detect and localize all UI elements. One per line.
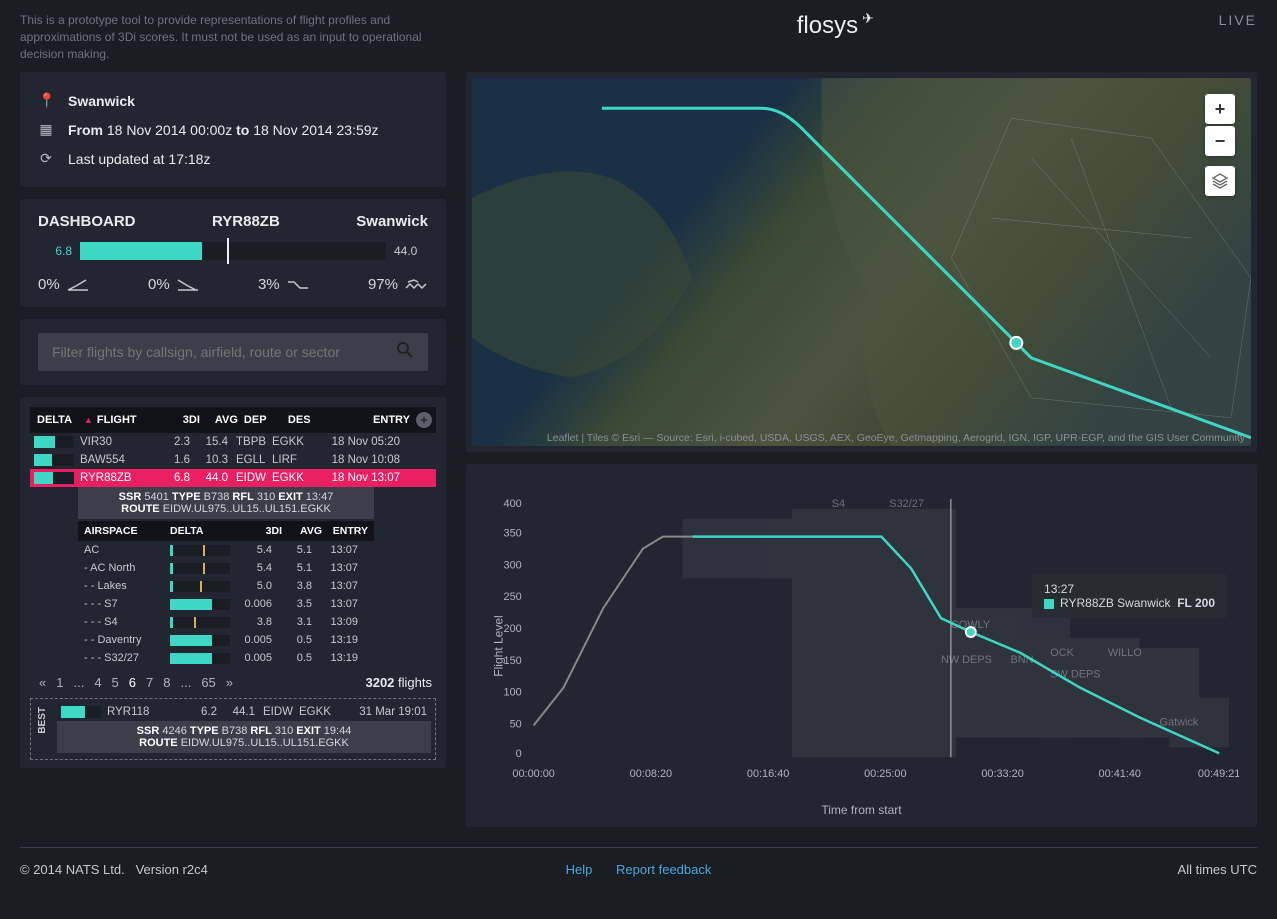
svg-text:00:16:40: 00:16:40 bbox=[747, 768, 789, 780]
map-attribution: Leaflet | Tiles © Esri — Source: Esri, i… bbox=[547, 432, 1245, 444]
dashboard-label[interactable]: DASHBOARD bbox=[38, 213, 136, 230]
airspace-row[interactable]: - - Daventry 0.0050.513:19 bbox=[78, 631, 374, 649]
page-link[interactable]: 5 bbox=[107, 675, 124, 690]
page-link[interactable]: 8 bbox=[158, 675, 175, 690]
svg-text:50: 50 bbox=[510, 719, 522, 731]
svg-text:00:08:20: 00:08:20 bbox=[630, 768, 672, 780]
search-card bbox=[20, 319, 446, 385]
map-panel[interactable]: + − Leaflet | Tiles © Esri — Source: Esr… bbox=[466, 72, 1257, 452]
chart-tooltip: 13:27 RYR88ZB Swanwick FL 200 bbox=[1032, 574, 1227, 618]
brand-logo: flosys✈ bbox=[797, 12, 872, 40]
airspace-row[interactable]: - - Lakes 5.03.813:07 bbox=[78, 577, 374, 595]
page-link[interactable]: ... bbox=[175, 675, 196, 690]
last-updated: Last updated at 17:18z bbox=[68, 151, 210, 167]
date-range: From 18 Nov 2014 00:00z to 18 Nov 2014 2… bbox=[68, 122, 379, 138]
svg-text:WILLO: WILLO bbox=[1108, 647, 1142, 659]
svg-text:S32/27: S32/27 bbox=[889, 498, 924, 510]
location-name: Swanwick bbox=[68, 93, 135, 109]
location-icon: 📍 bbox=[38, 92, 54, 109]
delta-bar: 6.8 44.0 bbox=[38, 236, 428, 270]
table-header: DELTA▲ FLIGHT 3DI AVG DEP DES ENTRY + bbox=[30, 407, 436, 433]
pagination: «1...45678...65» 3202 flights bbox=[30, 667, 436, 694]
sort-arrow-icon[interactable]: ▲ bbox=[84, 415, 93, 425]
flight-route-line bbox=[472, 78, 1251, 446]
page-link[interactable]: » bbox=[221, 675, 238, 690]
svg-text:150: 150 bbox=[504, 655, 522, 667]
svg-text:100: 100 bbox=[504, 687, 522, 699]
svg-text:OCK: OCK bbox=[1050, 647, 1074, 659]
table-row[interactable]: BAW5541.6 10.3EGLL LIRF18 Nov 10:08 bbox=[30, 451, 436, 469]
flight-detail: SSR 5401 TYPE B738 RFL 310 EXIT 13:47 RO… bbox=[78, 487, 374, 519]
svg-text:S4: S4 bbox=[832, 498, 845, 510]
svg-text:400: 400 bbox=[504, 498, 522, 510]
landing-icon bbox=[176, 278, 200, 292]
page-link[interactable]: 7 bbox=[141, 675, 158, 690]
copyright: © 2014 NATS Ltd. bbox=[20, 862, 125, 877]
calendar-icon: ▦ bbox=[38, 121, 54, 138]
feedback-link[interactable]: Report feedback bbox=[616, 862, 711, 877]
svg-text:250: 250 bbox=[504, 592, 522, 604]
airspace-row[interactable]: - - - S4 3.83.113:09 bbox=[78, 613, 374, 631]
descent-icon bbox=[286, 278, 310, 292]
best-flight-box: BEST RYR118 6.2 44.1 EIDW EGKK 31 Mar 19… bbox=[30, 698, 436, 760]
svg-text:300: 300 bbox=[504, 560, 522, 572]
version: Version r2c4 bbox=[136, 862, 208, 877]
series-swatch-icon bbox=[1044, 599, 1054, 609]
flights-table-card: DELTA▲ FLIGHT 3DI AVG DEP DES ENTRY + VI… bbox=[20, 397, 446, 768]
svg-text:0: 0 bbox=[516, 749, 522, 761]
page-link[interactable]: 65 bbox=[196, 675, 220, 690]
page-link[interactable]: 6 bbox=[124, 675, 141, 690]
help-link[interactable]: Help bbox=[566, 862, 593, 877]
page-link[interactable]: 4 bbox=[89, 675, 106, 690]
takeoff-icon bbox=[66, 278, 90, 292]
page-link[interactable]: ... bbox=[68, 675, 89, 690]
live-indicator: LIVE bbox=[1219, 12, 1257, 28]
page-link[interactable]: « bbox=[34, 675, 51, 690]
table-row[interactable]: VIR302.3 15.4TBPB EGKK18 Nov 05:20 bbox=[30, 433, 436, 451]
dashboard-callsign: RYR88ZB bbox=[212, 213, 280, 230]
refresh-icon[interactable]: ⟳ bbox=[38, 150, 54, 167]
zoom-out-button[interactable]: − bbox=[1205, 126, 1235, 156]
phase-percentages: 0% 0% 3% 97% bbox=[38, 270, 428, 293]
svg-text:00:41:40: 00:41:40 bbox=[1099, 768, 1141, 780]
airspace-row[interactable]: - - - S7 0.0063.513:07 bbox=[78, 595, 374, 613]
plane-icon: ✈ bbox=[862, 10, 874, 27]
disclaimer-text: This is a prototype tool to provide repr… bbox=[20, 12, 450, 62]
add-column-button[interactable]: + bbox=[416, 412, 432, 428]
svg-text:Gatwick: Gatwick bbox=[1160, 717, 1199, 729]
cruise-icon bbox=[404, 278, 428, 292]
svg-text:00:49:21: 00:49:21 bbox=[1198, 768, 1239, 780]
flight-profile-svg[interactable]: S4 S32/27 COWLY NW DEPS BNN OCK WILLO SW… bbox=[484, 478, 1239, 798]
svg-text:00:25:00: 00:25:00 bbox=[864, 768, 906, 780]
search-input[interactable] bbox=[38, 333, 382, 371]
footer: © 2014 NATS Ltd. Version r2c4 Help Repor… bbox=[20, 847, 1257, 891]
svg-text:00:00:00: 00:00:00 bbox=[512, 768, 554, 780]
svg-text:00:33:20: 00:33:20 bbox=[981, 768, 1023, 780]
airspace-row[interactable]: - AC North 5.45.113:07 bbox=[78, 559, 374, 577]
page-link[interactable]: 1 bbox=[51, 675, 68, 690]
search-icon[interactable] bbox=[382, 341, 428, 364]
svg-text:350: 350 bbox=[504, 528, 522, 540]
airspace-row[interactable]: AC 5.45.113:07 bbox=[78, 541, 374, 559]
best-row[interactable]: RYR118 6.2 44.1 EIDW EGKK 31 Mar 19:01 bbox=[57, 703, 431, 721]
layers-button[interactable] bbox=[1205, 166, 1235, 196]
airspace-header: AIRSPACE DELTA 3DI AVG ENTRY bbox=[78, 521, 374, 541]
airspace-row[interactable]: - - - S32/27 0.0050.513:19 bbox=[78, 649, 374, 667]
zoom-in-button[interactable]: + bbox=[1205, 94, 1235, 124]
svg-text:200: 200 bbox=[504, 623, 522, 635]
svg-text:NW DEPS: NW DEPS bbox=[941, 654, 992, 666]
y-axis-label: Flight Level bbox=[492, 615, 506, 676]
info-card: 📍 Swanwick ▦ From 18 Nov 2014 00:00z to … bbox=[20, 72, 446, 187]
dashboard-region[interactable]: Swanwick bbox=[356, 213, 428, 230]
profile-chart: Flight Level S4 S32/27 COWLY NW DEPS bbox=[466, 464, 1257, 827]
table-row[interactable]: RYR88ZB6.8 44.0EIDW EGKK18 Nov 13:07 bbox=[30, 469, 436, 487]
timezone-note: All times UTC bbox=[1178, 862, 1257, 877]
dashboard-card: DASHBOARD RYR88ZB Swanwick 6.8 44.0 0% 0… bbox=[20, 199, 446, 307]
x-axis-label: Time from start bbox=[484, 801, 1239, 817]
